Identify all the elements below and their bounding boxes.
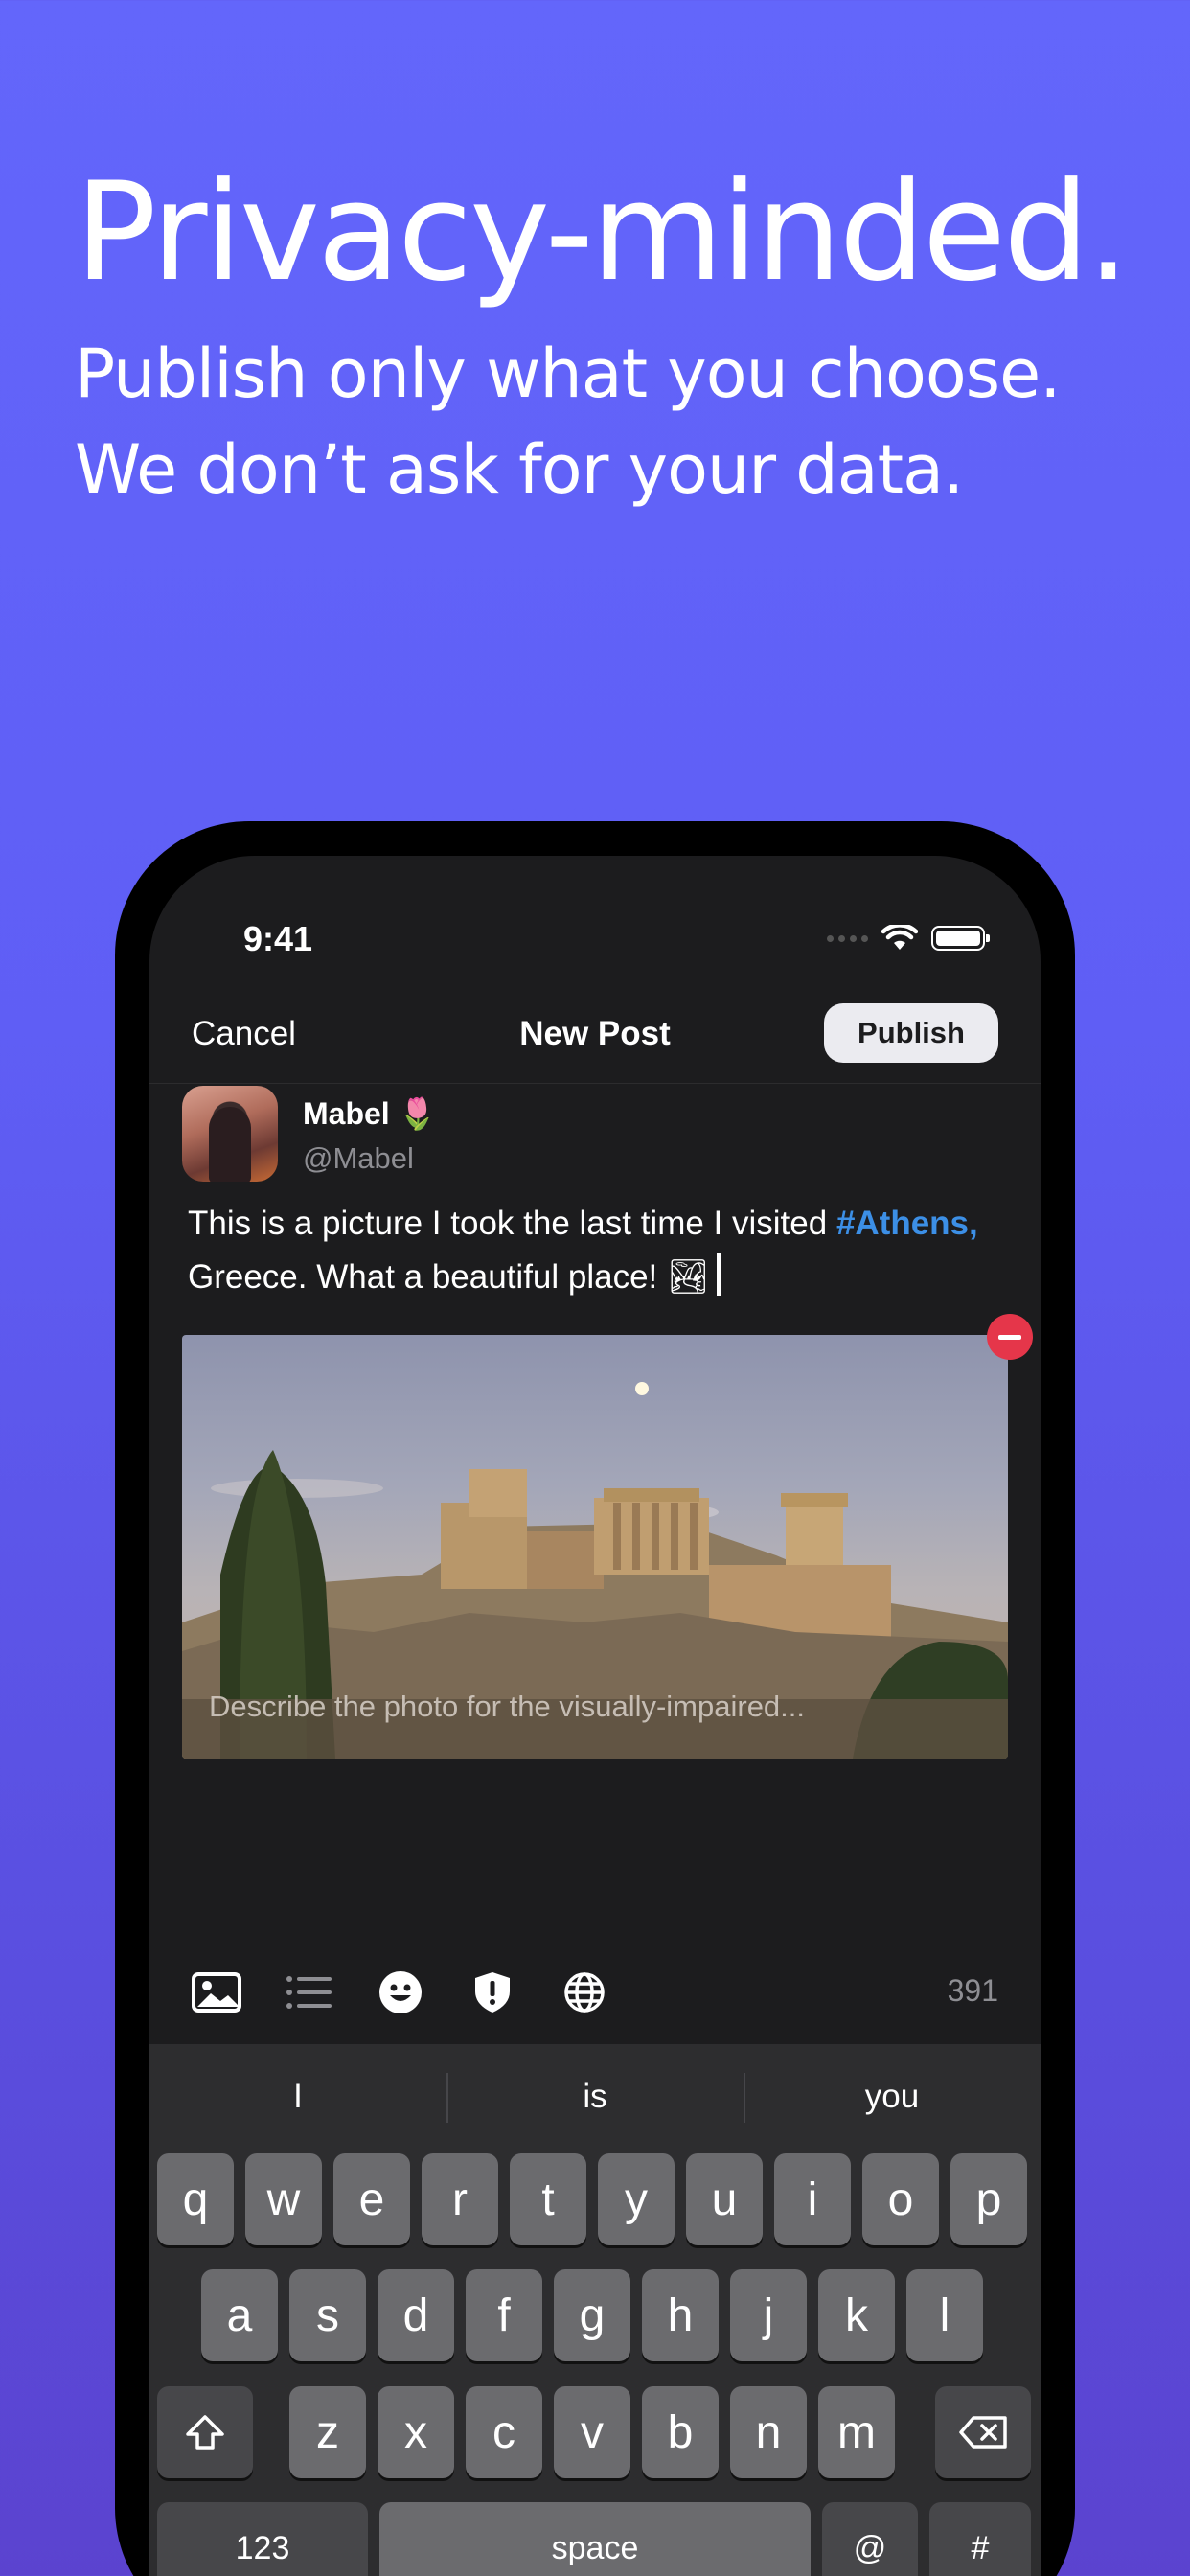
key-u[interactable]: u xyxy=(686,2153,763,2245)
shift-key[interactable] xyxy=(157,2386,253,2478)
compose-toolbar: 391 xyxy=(149,1948,1041,2035)
globe-icon[interactable] xyxy=(558,1966,611,2019)
post-text-part1: This is a picture I took the last time I… xyxy=(188,1205,836,1242)
hash-key[interactable]: # xyxy=(929,2502,1031,2576)
phone-frame: 9:41 Cancel New Post Publish Mabel 🌷 @Ma… xyxy=(115,821,1075,2576)
key-f[interactable]: f xyxy=(466,2269,542,2361)
hashtag-link[interactable]: #Athens, xyxy=(836,1205,978,1242)
key-o[interactable]: o xyxy=(862,2153,939,2245)
key-m[interactable]: m xyxy=(818,2386,895,2478)
suggestion-bar: I is you xyxy=(149,2044,1041,2150)
shift-icon xyxy=(186,2415,224,2450)
key-i[interactable]: i xyxy=(774,2153,851,2245)
key-b[interactable]: b xyxy=(642,2386,719,2478)
status-time: 9:41 xyxy=(243,919,313,958)
key-n[interactable]: n xyxy=(730,2386,807,2478)
subheadline: Publish only what you choose. We don’t a… xyxy=(75,326,1061,518)
list-icon[interactable] xyxy=(282,1966,335,2019)
attached-photo[interactable]: Describe the photo for the visually-impa… xyxy=(182,1335,1008,1759)
key-a[interactable]: a xyxy=(201,2269,278,2361)
author-handle: @Mabel xyxy=(303,1141,414,1175)
key-e[interactable]: e xyxy=(333,2153,410,2245)
key-y[interactable]: y xyxy=(598,2153,675,2245)
image-icon[interactable] xyxy=(190,1966,243,2019)
key-l[interactable]: l xyxy=(906,2269,983,2361)
key-j[interactable]: j xyxy=(730,2269,807,2361)
battery-icon xyxy=(931,926,990,951)
numbers-key[interactable]: 123 xyxy=(157,2502,368,2576)
key-k[interactable]: k xyxy=(818,2269,895,2361)
wifi-icon xyxy=(881,925,918,950)
alt-text-input[interactable]: Describe the photo for the visually-impa… xyxy=(209,1690,805,1724)
text-cursor xyxy=(717,1254,721,1296)
key-c[interactable]: c xyxy=(466,2386,542,2478)
character-count: 391 xyxy=(947,1973,998,2008)
content-warning-icon[interactable] xyxy=(466,1966,519,2019)
key-v[interactable]: v xyxy=(554,2386,630,2478)
suggestion-item[interactable]: I xyxy=(149,2044,446,2150)
suggestion-item[interactable]: is xyxy=(446,2044,744,2150)
subline-2: We don’t ask for your data. xyxy=(75,430,964,509)
at-key[interactable]: @ xyxy=(822,2502,918,2576)
keyboard: I is you q w e r t y u i o p a s d f g h… xyxy=(149,2044,1041,2576)
emoji-icon[interactable] xyxy=(374,1966,427,2019)
key-q[interactable]: q xyxy=(157,2153,234,2245)
subline-1: Publish only what you choose. xyxy=(75,334,1061,413)
remove-photo-button[interactable] xyxy=(987,1314,1033,1360)
phone-screen: 9:41 Cancel New Post Publish Mabel 🌷 @Ma… xyxy=(149,856,1041,2576)
key-r[interactable]: r xyxy=(422,2153,498,2245)
key-x[interactable]: x xyxy=(378,2386,454,2478)
key-h[interactable]: h xyxy=(642,2269,719,2361)
delete-key[interactable] xyxy=(935,2386,1031,2478)
key-p[interactable]: p xyxy=(950,2153,1027,2245)
key-z[interactable]: z xyxy=(289,2386,366,2478)
key-g[interactable]: g xyxy=(554,2269,630,2361)
key-s[interactable]: s xyxy=(289,2269,366,2361)
signal-icon xyxy=(827,934,868,942)
key-t[interactable]: t xyxy=(510,2153,586,2245)
post-text-field[interactable]: This is a picture I took the last time I… xyxy=(188,1197,1012,1304)
status-indicators xyxy=(827,925,990,952)
space-key[interactable]: space xyxy=(379,2502,811,2576)
key-d[interactable]: d xyxy=(378,2269,454,2361)
author-name: Mabel 🌷 xyxy=(303,1096,437,1131)
navigation-bar: Cancel New Post Publish xyxy=(149,990,1041,1084)
publish-button[interactable]: Publish xyxy=(824,1003,998,1063)
backspace-icon xyxy=(959,2416,1007,2449)
headline: Privacy-minded. xyxy=(75,153,1130,311)
suggestion-item[interactable]: you xyxy=(744,2044,1041,2150)
avatar xyxy=(182,1086,278,1182)
key-w[interactable]: w xyxy=(245,2153,322,2245)
post-text-part2: Greece. What a beautiful place! 🏞 xyxy=(188,1258,710,1296)
